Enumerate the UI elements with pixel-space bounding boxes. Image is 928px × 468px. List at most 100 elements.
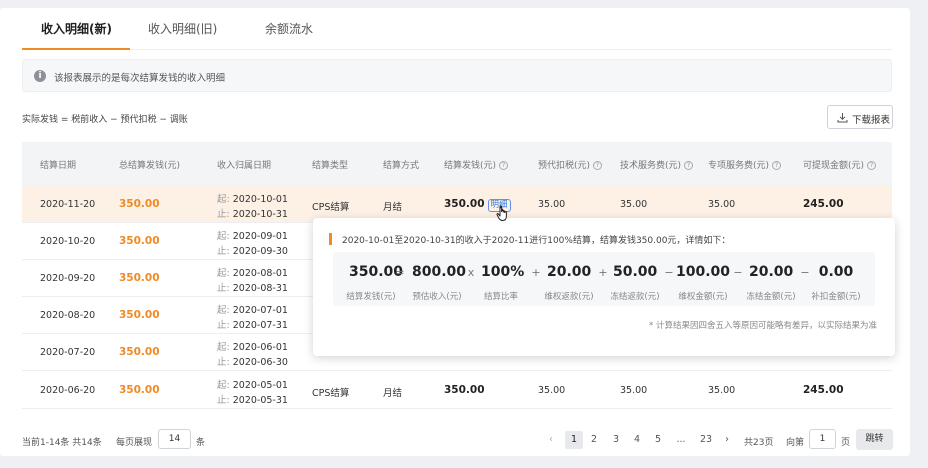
- info-notice: i 该报表展示的是每次结算发钱的收入明细: [22, 59, 892, 92]
- help-icon[interactable]: ?: [499, 161, 509, 170]
- term-value: 20.00: [547, 264, 592, 280]
- help-icon[interactable]: ?: [684, 161, 694, 170]
- download-icon: [837, 113, 848, 123]
- term-label: 维权返款(元): [544, 292, 594, 302]
- help-icon[interactable]: ?: [772, 161, 782, 170]
- cell-period-end: 止: 2020-08-31: [217, 283, 288, 294]
- page-5[interactable]: 5: [649, 431, 667, 449]
- pagination-bar: 当前1-14条 共14条 每页展现 14 条 ‹ 1 2 3 4 5 ... 2…: [0, 426, 910, 456]
- cell-tech-fee: 35.00: [620, 385, 648, 396]
- term-value: 100.00: [676, 264, 731, 280]
- term-label: 补扣金额(元): [811, 292, 861, 302]
- hand-cursor-icon: [496, 205, 507, 221]
- tab-income-old[interactable]: 收入明细(旧): [148, 20, 217, 37]
- page-1[interactable]: 1: [565, 431, 583, 449]
- col-special-fee: 专项服务费(元)?: [708, 158, 782, 171]
- col-income-period: 收入归属日期: [217, 161, 272, 171]
- term-label: 冻结金额(元): [746, 292, 796, 302]
- tab-balance-flow[interactable]: 余额流水: [265, 20, 313, 37]
- cell-type: CPS结算: [312, 202, 350, 213]
- next-page-icon[interactable]: ›: [718, 431, 736, 449]
- cell-period-start: 起: 2020-10-01: [217, 194, 288, 205]
- term-label: 冻结返款(元): [610, 292, 660, 302]
- cell-date: 2020-11-20: [40, 199, 96, 210]
- per-page-label: 每页展现: [116, 438, 153, 448]
- operator: −: [800, 266, 810, 279]
- page-ellipsis: ...: [676, 434, 686, 445]
- operator: +: [531, 266, 541, 279]
- page-4[interactable]: 4: [628, 431, 646, 449]
- tab-income-new[interactable]: 收入明细(新): [41, 20, 112, 37]
- operator: =: [395, 266, 405, 279]
- goto-label: 向第: [786, 438, 805, 448]
- term-label: 结算比率: [483, 292, 518, 302]
- col-settle-date: 结算日期: [40, 161, 77, 171]
- formula-text: 实际发钱 = 税前收入 − 预代扣税 − 调账: [22, 115, 188, 125]
- cell-period-start: 起: 2020-06-01: [217, 342, 288, 353]
- cell-period-start: 起: 2020-05-01: [217, 380, 288, 391]
- cell-total: 350.00: [119, 309, 160, 321]
- jump-button[interactable]: 跳转: [856, 429, 893, 450]
- col-settle-method: 结算方式: [383, 161, 420, 171]
- term-value: 800.00: [412, 264, 467, 280]
- per-page-input[interactable]: 14: [158, 429, 191, 449]
- calculation-formula: 350.00 结算发钱(元) = 800.00 预估收入(元) x 100% 结…: [333, 252, 875, 306]
- popup-accent-bar: [329, 233, 332, 245]
- tab-bar: 收入明细(新) 收入明细(旧) 余额流水: [22, 8, 892, 50]
- operator: x: [467, 266, 475, 279]
- cell-method: 月结: [383, 202, 403, 213]
- cell-period-end: 止: 2020-06-30: [217, 357, 288, 368]
- page-3[interactable]: 3: [607, 431, 625, 449]
- table-row[interactable]: 2020-06-20 350.00 起: 2020-05-01 止: 2020-…: [22, 372, 892, 409]
- cell-date: 2020-10-20: [40, 236, 96, 247]
- cell-settle: 350.00: [444, 384, 485, 396]
- active-tab-indicator: [22, 48, 130, 50]
- cell-total: 350.00: [119, 346, 160, 358]
- prev-page-icon[interactable]: ‹: [542, 431, 560, 449]
- total-pages: 共23页: [744, 438, 774, 448]
- help-icon[interactable]: ?: [867, 161, 877, 170]
- cell-period-start: 起: 2020-07-01: [217, 305, 288, 316]
- cell-date: 2020-08-20: [40, 310, 96, 321]
- goto-page-input[interactable]: 1: [809, 429, 836, 449]
- cell-period-end: 止: 2020-07-31: [217, 320, 288, 331]
- popup-description: 2020-10-01至2020-10-31的收入于2020-11进行100%结算…: [342, 236, 731, 246]
- record-summary: 当前1-14条 共14条: [22, 438, 102, 448]
- cell-type: CPS结算: [312, 388, 350, 399]
- term-value: 0.00: [818, 264, 854, 280]
- page-2[interactable]: 2: [585, 431, 603, 449]
- term-label: 维权金额(元): [678, 292, 728, 302]
- operator: −: [733, 266, 743, 279]
- popup-note: * 计算结果因四舍五入等原因可能略有差异，以实际结果为准: [649, 321, 877, 331]
- cell-withdraw: 245.00: [803, 384, 844, 396]
- table-header: 结算日期 总结算发钱(元) 收入归属日期 结算类型 结算方式 结算发钱(元)? …: [22, 142, 892, 186]
- info-icon: i: [34, 70, 46, 82]
- cell-special-fee: 35.00: [708, 385, 736, 396]
- help-icon[interactable]: ?: [593, 161, 603, 170]
- cell-tech-fee: 35.00: [620, 199, 648, 210]
- cell-period-end: 止: 2020-10-31: [217, 209, 288, 220]
- download-label: 下载报表: [852, 115, 891, 126]
- cell-period-start: 起: 2020-08-01: [217, 268, 288, 279]
- cell-total: 350.00: [119, 235, 160, 247]
- cell-total: 350.00: [119, 272, 160, 284]
- term-label: 结算发钱(元): [346, 292, 396, 302]
- col-withdrawable: 可提现金额(元)?: [803, 158, 877, 171]
- term-value: 100%: [481, 264, 525, 280]
- cell-date: 2020-07-20: [40, 347, 96, 358]
- page-23[interactable]: 23: [697, 431, 715, 449]
- col-settle-amount: 结算发钱(元)?: [444, 158, 509, 171]
- cell-total: 350.00: [119, 198, 160, 210]
- cell-date: 2020-09-20: [40, 273, 96, 284]
- cell-period-end: 止: 2020-09-30: [217, 246, 288, 257]
- term-value: 50.00: [613, 264, 658, 280]
- term-label: 预估收入(元): [412, 292, 462, 302]
- cell-period-end: 止: 2020-05-31: [217, 395, 288, 406]
- col-tech-fee: 技术服务费(元)?: [620, 158, 694, 171]
- download-report-button[interactable]: 下载报表: [827, 105, 893, 129]
- cell-tax: 35.00: [538, 199, 566, 210]
- per-page-unit: 条: [196, 438, 206, 448]
- cell-method: 月结: [383, 388, 403, 399]
- cell-special-fee: 35.00: [708, 199, 736, 210]
- settlement-detail-popup: 2020-10-01至2020-10-31的收入于2020-11进行100%结算…: [313, 218, 895, 356]
